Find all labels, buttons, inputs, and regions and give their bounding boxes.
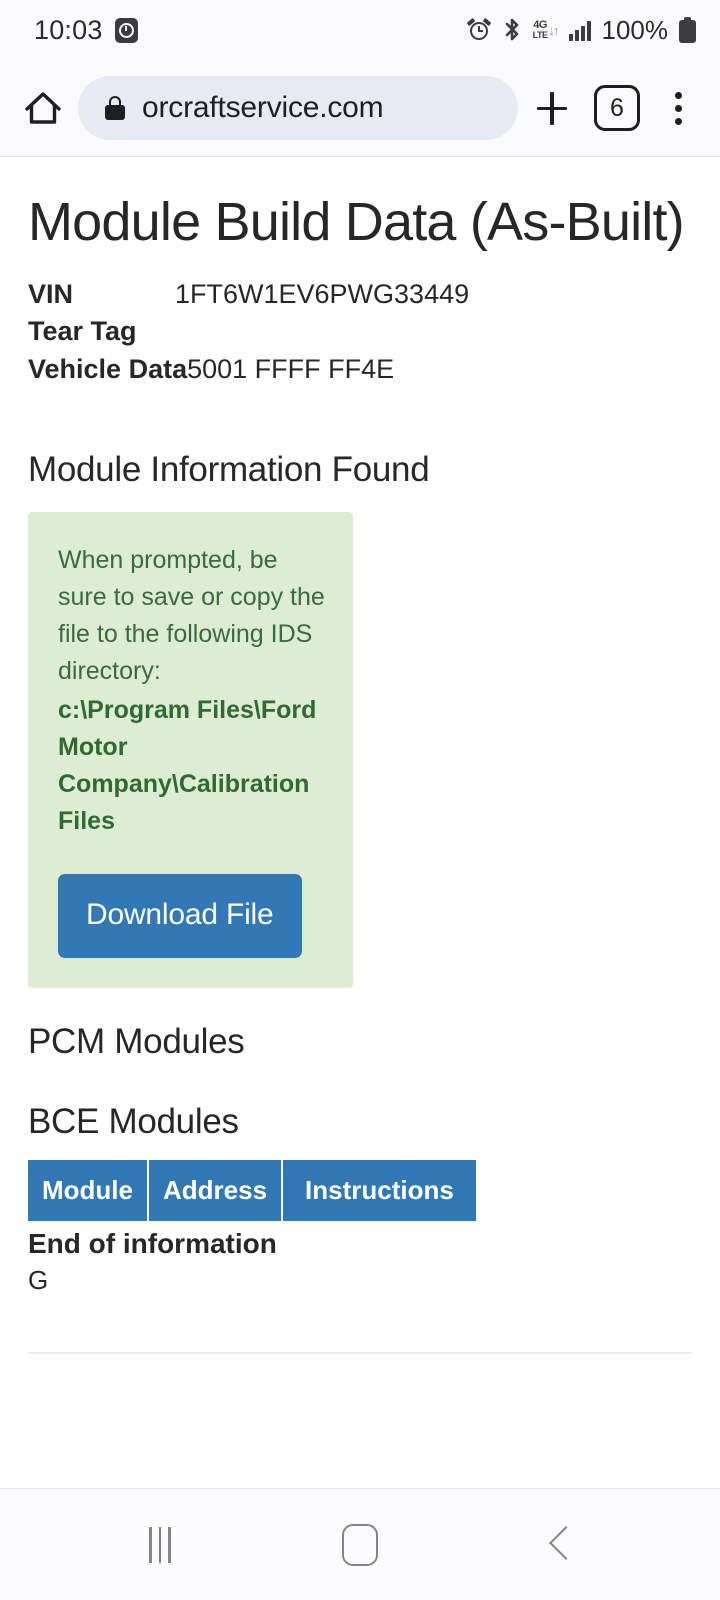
tab-count-label: 6 [610,93,624,122]
tab-switcher-button[interactable]: 6 [594,85,640,131]
recents-button[interactable] [105,1505,215,1585]
field-label-vehicle-data: Vehicle Data [28,353,188,384]
section-heading-bce-modules: BCE Modules [28,1101,239,1141]
battery-percent: 100% [601,14,669,45]
status-bar-left: 10:03 [34,15,138,46]
table-header-instructions: Instructions [283,1159,476,1221]
data-arrows-icon: ↓↑ [548,22,560,38]
bce-modules-table: Module Address Instructions [28,1159,476,1221]
section-heading-module-info: Module Information Found [28,449,430,489]
alert-path: c:\Program Files\Ford Motor Company\Cali… [58,695,317,835]
field-value-vehicle-data: 5001 FFFF FF4E [187,353,395,384]
table-header-address: Address [149,1159,284,1221]
field-label-tear-tag: Tear Tag [28,316,137,347]
field-row-tear-tag: Tear Tag [28,313,692,350]
home-nav-button[interactable] [305,1505,415,1585]
field-row-vehicle-data: Vehicle Data5001 FFFF FF4E [28,351,692,388]
signal-icon [568,19,591,41]
timer-icon [114,17,138,43]
browser-toolbar: orcraftservice.com 6 [0,60,720,157]
lte-data-icon: 4G LTE ↓↑ [532,20,560,40]
back-button[interactable] [505,1505,615,1585]
status-clock: 10:03 [34,14,103,45]
plus-icon [524,80,580,136]
table-header-module: Module [28,1159,149,1221]
status-bar-right: 4G LTE ↓↑ 100% [466,14,696,46]
nav-home-icon [342,1523,378,1566]
field-value-vin: 1FT6W1EV6PWG33449 [175,279,470,310]
browser-menu-button[interactable] [658,85,698,131]
content-divider [28,1352,692,1354]
new-tab-button[interactable] [524,80,580,136]
battery-icon [679,17,696,43]
trailing-text: G [28,1264,49,1295]
alert-message: When prompted, be sure to save or copy t… [58,545,325,685]
lte-label-bottom: LTE [532,30,548,40]
section-heading-pcm-modules: PCM Modules [28,1021,245,1061]
home-button[interactable] [20,85,66,131]
back-icon [543,1528,577,1562]
recents-icon [149,1526,171,1563]
alarm-icon [466,17,492,42]
field-row-vin: VIN 1FT6W1EV6PWG33449 [28,276,692,313]
phone-screen: 10:03 4G LTE ↓↑ 100% orcraftservice.com … [0,0,720,1600]
page-content: Module Build Data (As-Built) VIN 1FT6W1EV… [0,157,720,1488]
home-icon [25,92,61,124]
status-bar: 10:03 4G LTE ↓↑ 100% [0,0,720,60]
kebab-menu-icon [658,85,698,131]
download-file-button[interactable]: Download File [58,873,302,958]
url-text: orcraftservice.com [142,91,384,124]
alert-message-block: When prompted, be sure to save or copy t… [58,542,325,840]
bluetooth-icon [502,17,522,43]
field-label-vin: VIN [28,279,74,310]
module-info-alert: When prompted, be sure to save or copy t… [28,511,353,988]
end-of-information-text: End of information [28,1227,277,1259]
lock-icon [104,95,126,121]
page-title: Module Build Data (As-Built) [28,192,685,252]
url-bar[interactable]: orcraftservice.com [78,76,518,140]
system-nav-bar [0,1488,720,1600]
